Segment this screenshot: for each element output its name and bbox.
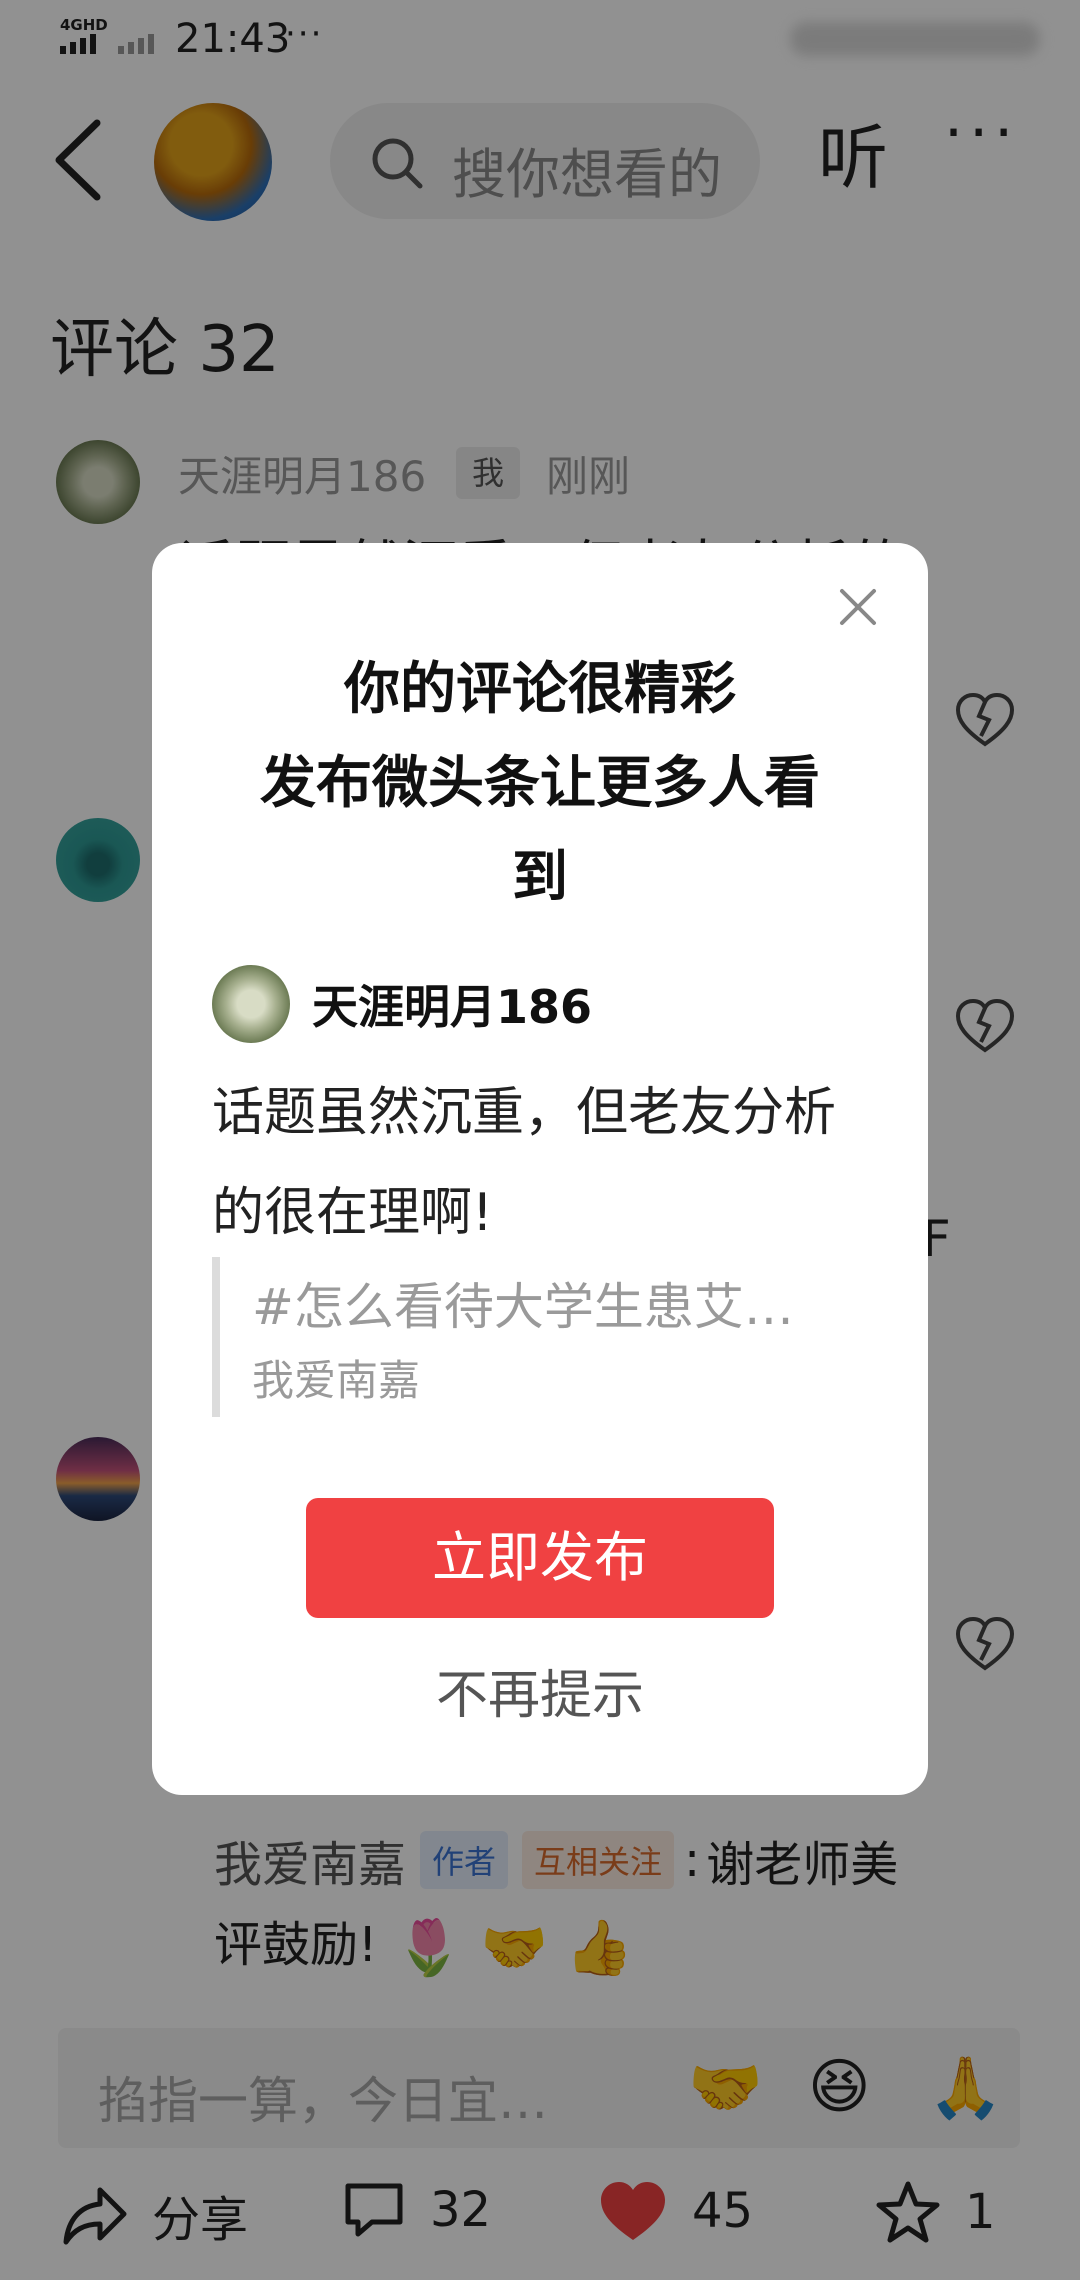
close-icon — [840, 589, 876, 625]
publish-modal: 你的评论很精彩 发布微头条让更多人看 到 天涯明月186 话题虽然沉重，但老友分… — [152, 543, 928, 1795]
quoted-article: #怎么看待大学生患艾… 我爱南嘉 — [212, 1257, 852, 1417]
modal-author: 天涯明月186 — [212, 965, 592, 1043]
publish-now-button[interactable]: 立即发布 — [306, 1498, 774, 1618]
dont-remind-button[interactable]: 不再提示 — [152, 1653, 928, 1728]
modal-author-name: 天涯明月186 — [312, 980, 593, 1034]
quoted-author: 我爱南嘉 — [252, 1356, 421, 1405]
modal-comment-text: 话题虽然沉重，但老友分析的很在理啊! — [212, 1083, 837, 1243]
modal-title: 你的评论很精彩 发布微头条让更多人看 到 — [260, 657, 820, 910]
quoted-topic: #怎么看待大学生患艾… — [252, 1278, 794, 1336]
close-button[interactable] — [836, 585, 880, 629]
avatar — [212, 965, 290, 1043]
